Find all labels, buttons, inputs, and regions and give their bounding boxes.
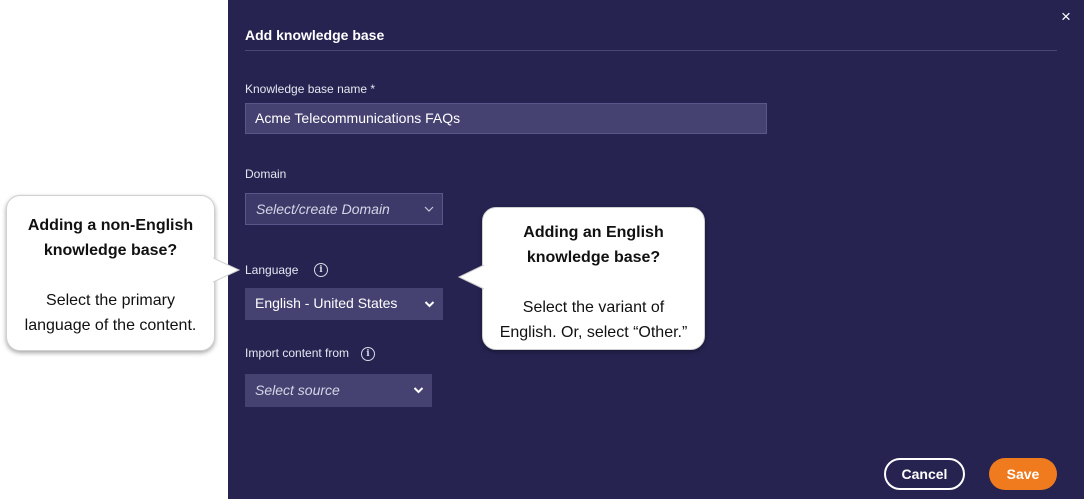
close-icon: × [1061, 7, 1071, 26]
callout-body-line: Select the variant of [522, 299, 665, 316]
import-info-icon[interactable]: i [361, 347, 375, 361]
save-button[interactable]: Save [989, 458, 1057, 490]
chevron-down-icon [424, 194, 434, 224]
callout-title-line: Adding an English [523, 224, 664, 241]
import-content-label: Import content from [245, 346, 350, 360]
callout-body-line: language of the content. [24, 317, 197, 334]
domain-select[interactable]: Select/create Domain [245, 193, 443, 225]
title-divider [245, 50, 1057, 51]
knowledge-base-name-label: Knowledge base name * [245, 82, 376, 96]
callout-pointer [213, 257, 241, 283]
callout-title-line: Adding a non-English [27, 217, 194, 234]
close-button[interactable]: × [1056, 7, 1076, 27]
knowledge-base-name-input[interactable]: Acme Telecommunications FAQs [245, 103, 767, 134]
non-english-callout: Adding a non-English knowledge base? Sel… [6, 195, 215, 351]
callout-body-line: English. Or, select “Other.” [499, 324, 688, 341]
callout-pointer [457, 264, 485, 290]
domain-select-value: Select/create Domain [256, 201, 390, 217]
cancel-button[interactable]: Cancel [884, 458, 965, 490]
domain-label: Domain [245, 167, 287, 181]
callout-body-line: Select the primary [46, 292, 175, 309]
import-source-value: Select source [255, 382, 340, 398]
language-info-icon[interactable]: i [314, 263, 328, 277]
language-select-value: English - United States [255, 295, 398, 311]
english-callout: Adding an English knowledge base? Select… [482, 207, 705, 350]
callout-title-line: knowledge base? [43, 242, 178, 259]
chevron-down-icon [413, 374, 424, 407]
panel-title: Add knowledge base [245, 27, 385, 43]
import-source-select[interactable]: Select source [245, 374, 432, 407]
chevron-down-icon [424, 288, 435, 320]
language-label: Language [245, 263, 299, 277]
language-select[interactable]: English - United States [245, 288, 443, 320]
callout-title-line: knowledge base? [526, 249, 661, 266]
